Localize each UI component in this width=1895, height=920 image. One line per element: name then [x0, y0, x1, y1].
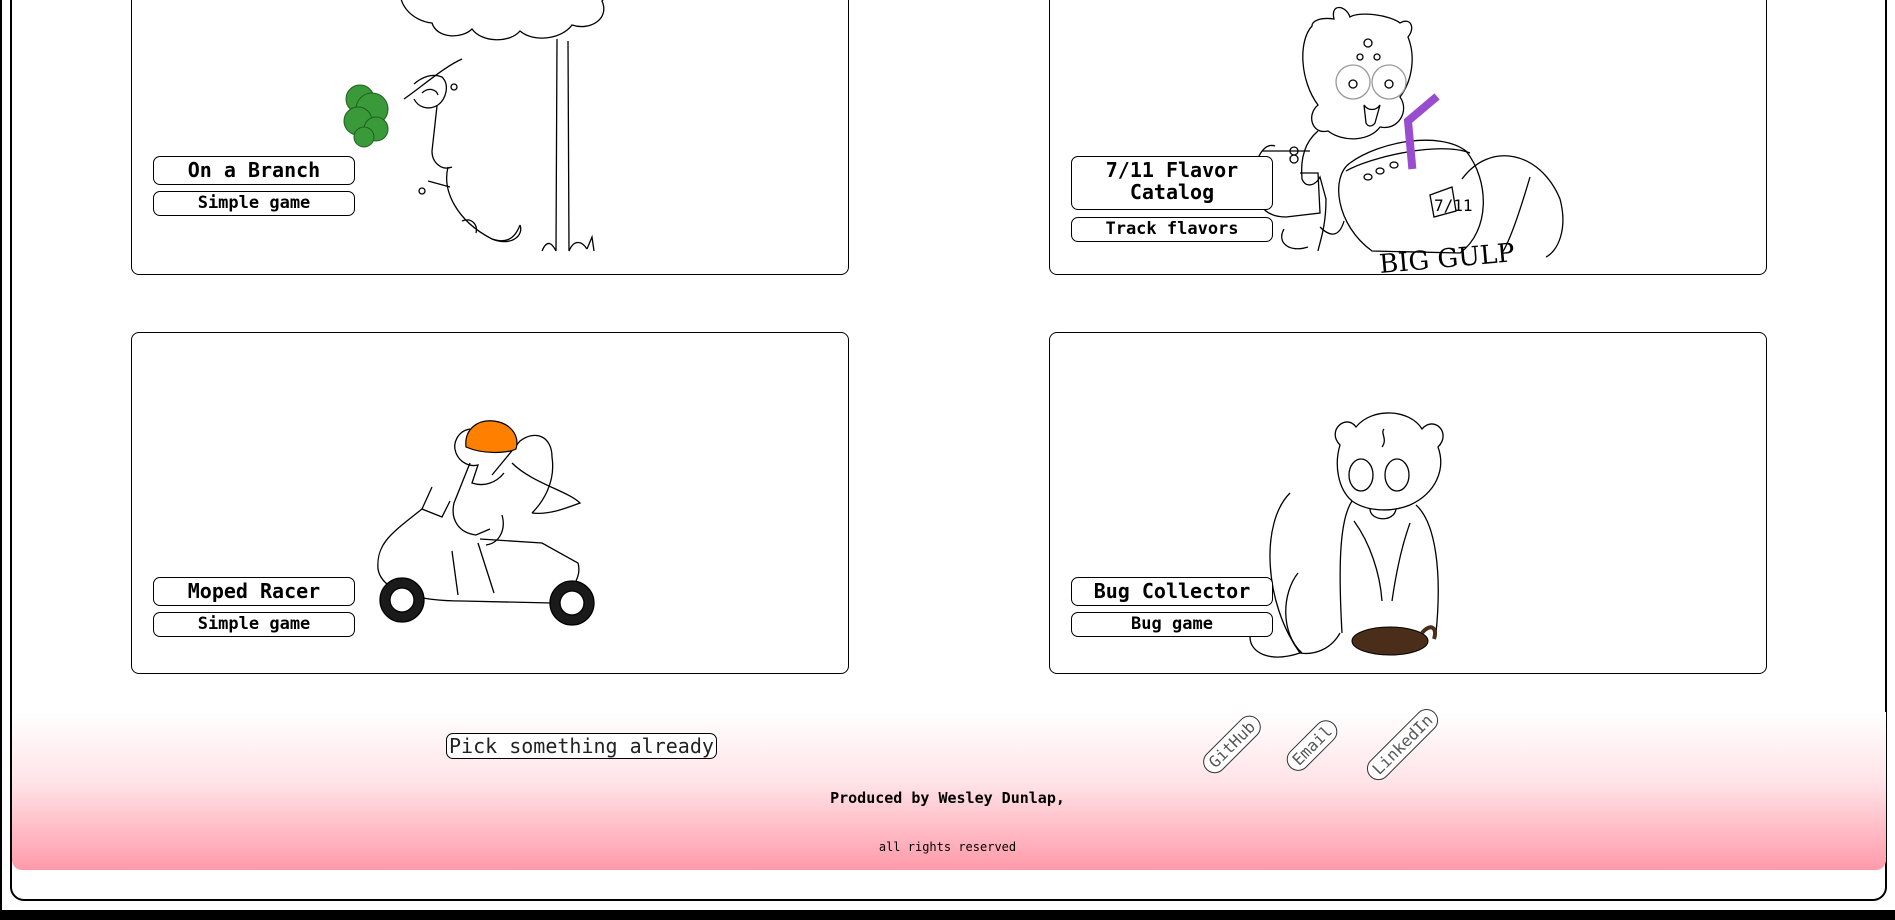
- straw: [1403, 93, 1440, 170]
- helmet: [465, 420, 518, 454]
- card-title[interactable]: Bug Collector: [1071, 577, 1273, 606]
- project-card-bug-collector[interactable]: Bug Collector Bug game: [1049, 332, 1767, 674]
- rights-line: all rights reserved: [878, 840, 1017, 854]
- project-card-on-a-branch[interactable]: On a Branch Simple game: [131, 0, 849, 275]
- cup-brand: BIG GULP: [1378, 238, 1516, 275]
- card-title[interactable]: Moped Racer: [153, 577, 355, 606]
- card-subtitle: Simple game: [153, 612, 355, 637]
- bottom-border: [0, 910, 1895, 920]
- card-title[interactable]: On a Branch: [153, 156, 355, 185]
- credit-line: Produced by Wesley Dunlap,: [830, 789, 1065, 807]
- cup-label: 7/11: [1434, 196, 1473, 215]
- project-card-moped-racer[interactable]: Moped Racer Simple game: [131, 332, 849, 674]
- card-title[interactable]: 7/11 Flavor Catalog: [1071, 156, 1273, 210]
- beetle: [1351, 626, 1429, 656]
- pick-something-button[interactable]: Pick something already: [446, 733, 717, 759]
- card-subtitle: Bug game: [1071, 612, 1273, 637]
- project-card-711-flavor-catalog[interactable]: 7/11 BIG GULP 7/11 Flavor Catalog Track …: [1049, 0, 1767, 275]
- card-subtitle: Track flavors: [1071, 217, 1273, 242]
- cat-in-tree-illustration: [343, 0, 605, 252]
- card-subtitle: Simple game: [153, 191, 355, 216]
- window-left-border: [0, 0, 2, 910]
